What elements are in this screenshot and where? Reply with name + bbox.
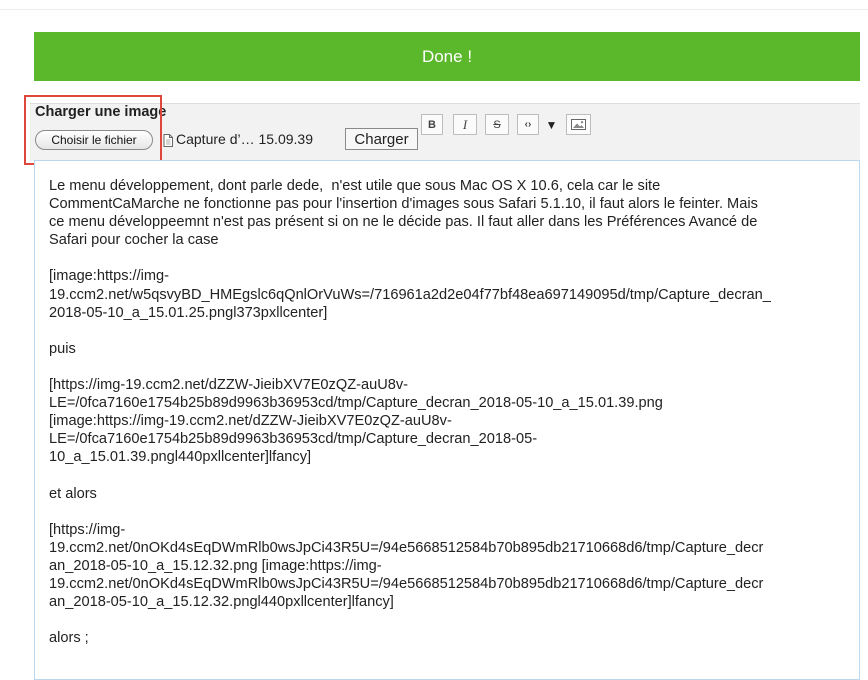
more-dropdown-button[interactable]: ▼ — [542, 114, 561, 135]
selected-file-name: Capture d’… 15.09.39 — [176, 131, 313, 147]
editor-content: Le menu développement, dont parle dede, … — [49, 178, 771, 647]
top-divider — [0, 9, 868, 10]
italic-button[interactable]: I — [453, 114, 477, 135]
done-button[interactable]: Done ! — [34, 32, 860, 81]
chevron-down-icon: ▼ — [545, 117, 558, 132]
strikethrough-icon: S — [493, 118, 501, 131]
highlight-annotation — [24, 95, 162, 165]
code-icon: ‹› — [524, 119, 532, 130]
bold-button[interactable]: B — [421, 114, 443, 135]
code-button[interactable]: ‹› — [517, 114, 539, 135]
insert-image-button[interactable] — [566, 114, 591, 135]
upload-submit-label: Charger — [354, 130, 409, 148]
italic-icon: I — [462, 116, 468, 132]
image-icon — [571, 119, 586, 130]
done-button-label: Done ! — [421, 46, 473, 66]
strikethrough-button[interactable]: S — [485, 114, 509, 135]
upload-submit-button[interactable]: Charger — [345, 128, 418, 150]
message-editor[interactable]: Le menu développement, dont parle dede, … — [34, 160, 860, 680]
file-icon — [163, 134, 173, 147]
bold-icon: B — [428, 118, 436, 131]
